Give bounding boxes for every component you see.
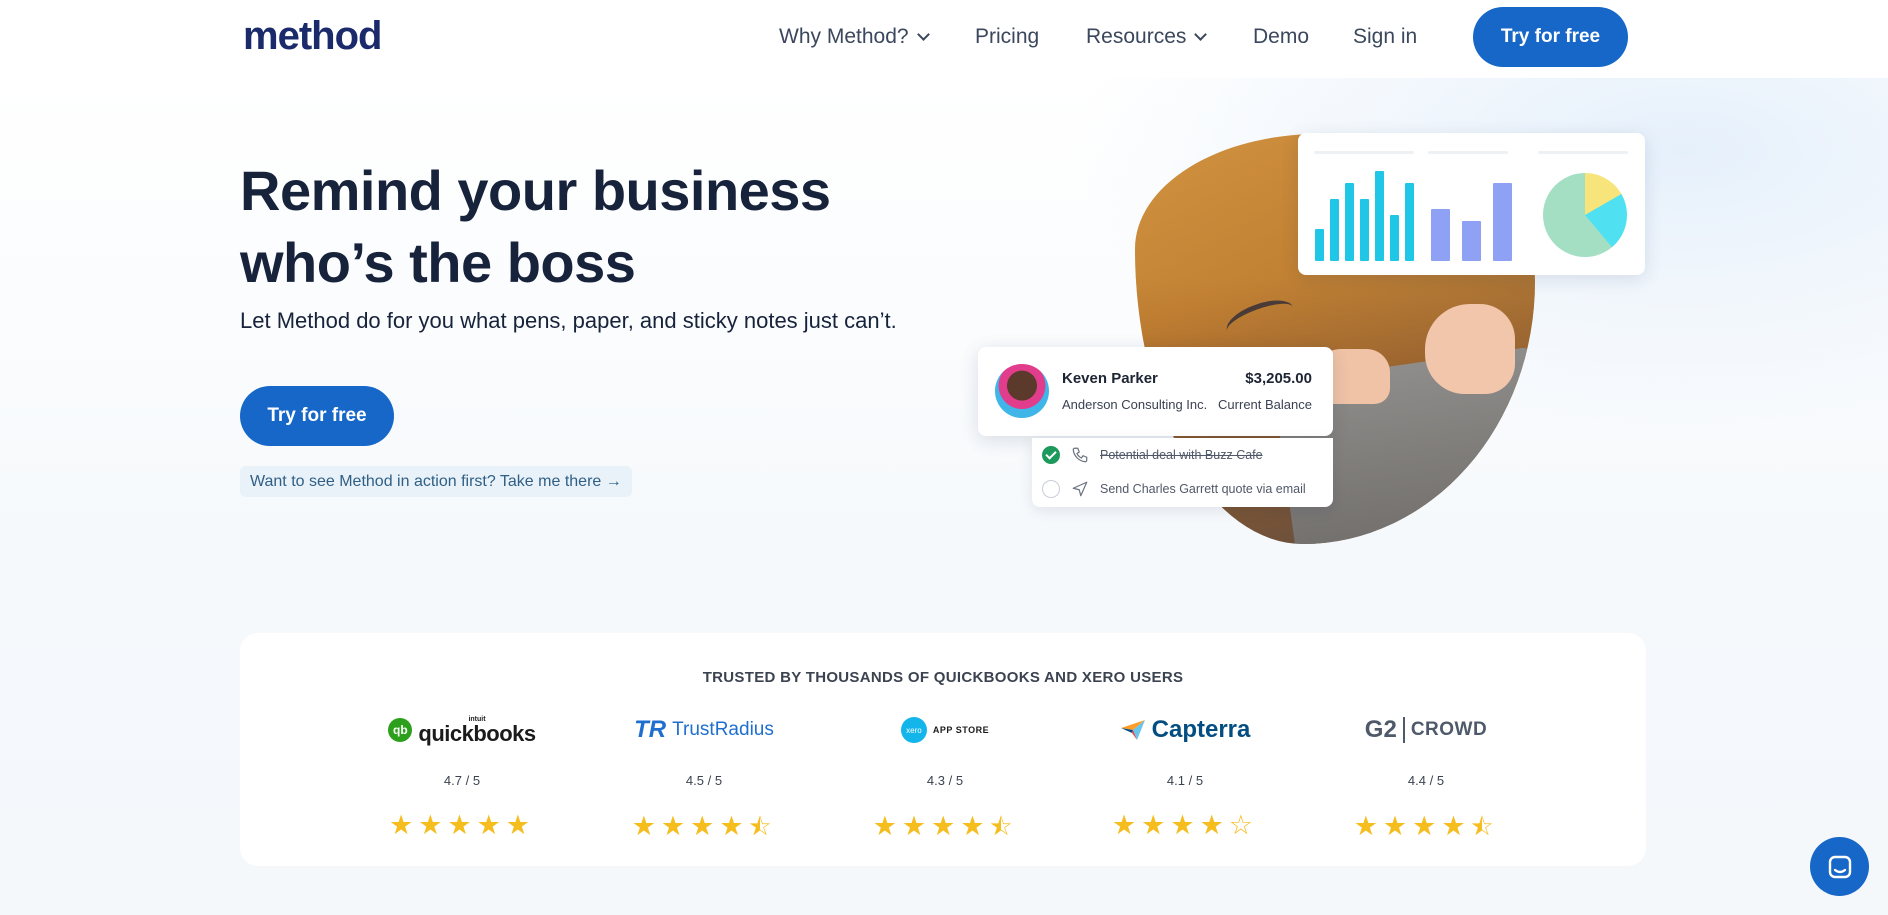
star-rating: ★★★★⯪ [1353, 811, 1499, 841]
task-item: Potential deal with Buzz Cafe [1042, 443, 1263, 467]
task-list-card: Potential deal with Buzz Cafe Send Charl… [1032, 438, 1333, 507]
star-rating: ★★★★☆ [1111, 810, 1259, 840]
nav-sign-in-label: Sign in [1353, 25, 1418, 48]
task-label: Potential deal with Buzz Cafe [1100, 448, 1263, 462]
quickbooks-icon: qb [388, 718, 413, 742]
card-header-line [1314, 151, 1414, 154]
chart-bar [1315, 229, 1324, 261]
hero-subtitle: Let Method do for you what pens, paper, … [240, 308, 897, 333]
quickbooks-logo: qb intuit quickbooks [362, 713, 562, 747]
rating-trustradius: TR TrustRadius 4.5 / 5 ★★★★⯪ [604, 713, 804, 851]
method-logo[interactable]: method [243, 14, 382, 59]
card-header-line [1428, 151, 1508, 154]
chart-bar [1493, 183, 1512, 261]
chevron-down-icon [916, 28, 930, 41]
card-header-line [1538, 151, 1628, 154]
trustradius-icon: TR [634, 716, 667, 743]
chart-bar [1360, 199, 1369, 261]
chat-icon [1828, 855, 1851, 878]
nav-why-method-label: Why Method? [779, 25, 909, 48]
nav-pricing-label: Pricing [975, 25, 1040, 48]
rating-score: 4.1 / 5 [1166, 773, 1204, 788]
nav-sign-in[interactable]: Sign in [1353, 25, 1417, 49]
xero-icon: xero [900, 717, 927, 743]
chart-bar [1390, 215, 1399, 261]
avatar [995, 364, 1049, 418]
chart-bar [1345, 183, 1354, 261]
chart-bar [1375, 171, 1384, 261]
g2-icon: G2 [1364, 716, 1397, 743]
capterra-icon [1120, 720, 1145, 740]
customer-card: Keven Parker Anderson Consulting Inc. $3… [978, 347, 1333, 436]
chart-bar [1330, 199, 1339, 261]
task-item: Send Charles Garrett quote via email [1042, 477, 1306, 501]
customer-balance-label: Current Balance [1218, 397, 1312, 412]
chart-bar [1405, 183, 1414, 261]
star-rating: ★★★★★ [388, 810, 536, 840]
divider [1402, 717, 1405, 743]
ratings-section: TRUSTED BY THOUSANDS OF QUICKBOOKS AND X… [240, 633, 1646, 866]
rating-capterra: Capterra 4.1 / 5 ★★★★☆ [1085, 713, 1285, 841]
nav-resources-label: Resources [1086, 25, 1187, 48]
rating-xero-app-store: xero APP STORE 4.3 / 5 ★★★★⯪ [845, 713, 1045, 851]
rating-score: 4.7 / 5 [443, 773, 481, 788]
xero-app-store-logo: xero APP STORE [845, 713, 1045, 747]
capterra-logo: Capterra [1085, 713, 1285, 747]
g2-crowd-logo: G2 CROWD [1326, 713, 1526, 747]
customer-company: Anderson Consulting Inc. [1062, 397, 1208, 412]
customer-amount: $3,205.00 [1245, 370, 1312, 387]
check-circle-icon [1042, 446, 1060, 464]
analytics-card [1298, 133, 1645, 275]
star-rating: ★★★★⯪ [872, 811, 1018, 841]
rating-score: 4.5 / 5 [685, 773, 723, 788]
chart-bar [1431, 209, 1450, 261]
rating-quickbooks: qb intuit quickbooks 4.7 / 5 ★★★★★ [362, 713, 562, 841]
quickbooks-label: quickbooks [418, 720, 536, 746]
hand-shape [1425, 304, 1515, 394]
phone-icon [1072, 447, 1088, 463]
star-rating: ★★★★⯪ [631, 811, 777, 841]
empty-circle-icon [1042, 480, 1060, 498]
app-store-label: APP STORE [932, 725, 990, 735]
rating-score: 4.4 / 5 [1407, 773, 1445, 788]
nav-demo-label: Demo [1253, 25, 1310, 48]
capterra-label: Capterra [1151, 716, 1251, 743]
demo-link[interactable]: Want to see Method in action first? Take… [240, 466, 632, 497]
trustradius-logo: TR TrustRadius [604, 713, 804, 747]
ratings-heading: TRUSTED BY THOUSANDS OF QUICKBOOKS AND X… [702, 669, 1184, 686]
chat-launcher-button[interactable] [1810, 837, 1869, 896]
hero-title: Remind your business who’s the boss [240, 159, 831, 294]
nav-demo[interactable]: Demo [1253, 25, 1309, 49]
top-navigation: method Why Method? Pricing Resources Dem… [0, 0, 1888, 78]
nav-try-for-free-button[interactable]: Try for free [1473, 7, 1628, 67]
chart-bar [1462, 221, 1481, 261]
hero-try-for-free-button[interactable]: Try for free [240, 386, 394, 446]
task-label: Send Charles Garrett quote via email [1100, 482, 1306, 496]
chevron-down-icon [1194, 28, 1208, 41]
customer-name: Keven Parker [1062, 370, 1158, 387]
pie-chart [1543, 173, 1627, 257]
nav-why-method[interactable]: Why Method? [779, 25, 930, 49]
send-icon [1072, 481, 1088, 497]
rating-score: 4.3 / 5 [926, 773, 964, 788]
nav-resources[interactable]: Resources [1086, 25, 1208, 49]
crowd-label: CROWD [1410, 719, 1488, 740]
nav-pricing[interactable]: Pricing [975, 25, 1039, 49]
rating-g2-crowd: G2 CROWD 4.4 / 5 ★★★★⯪ [1326, 713, 1526, 851]
trustradius-label: TrustRadius [672, 719, 774, 740]
